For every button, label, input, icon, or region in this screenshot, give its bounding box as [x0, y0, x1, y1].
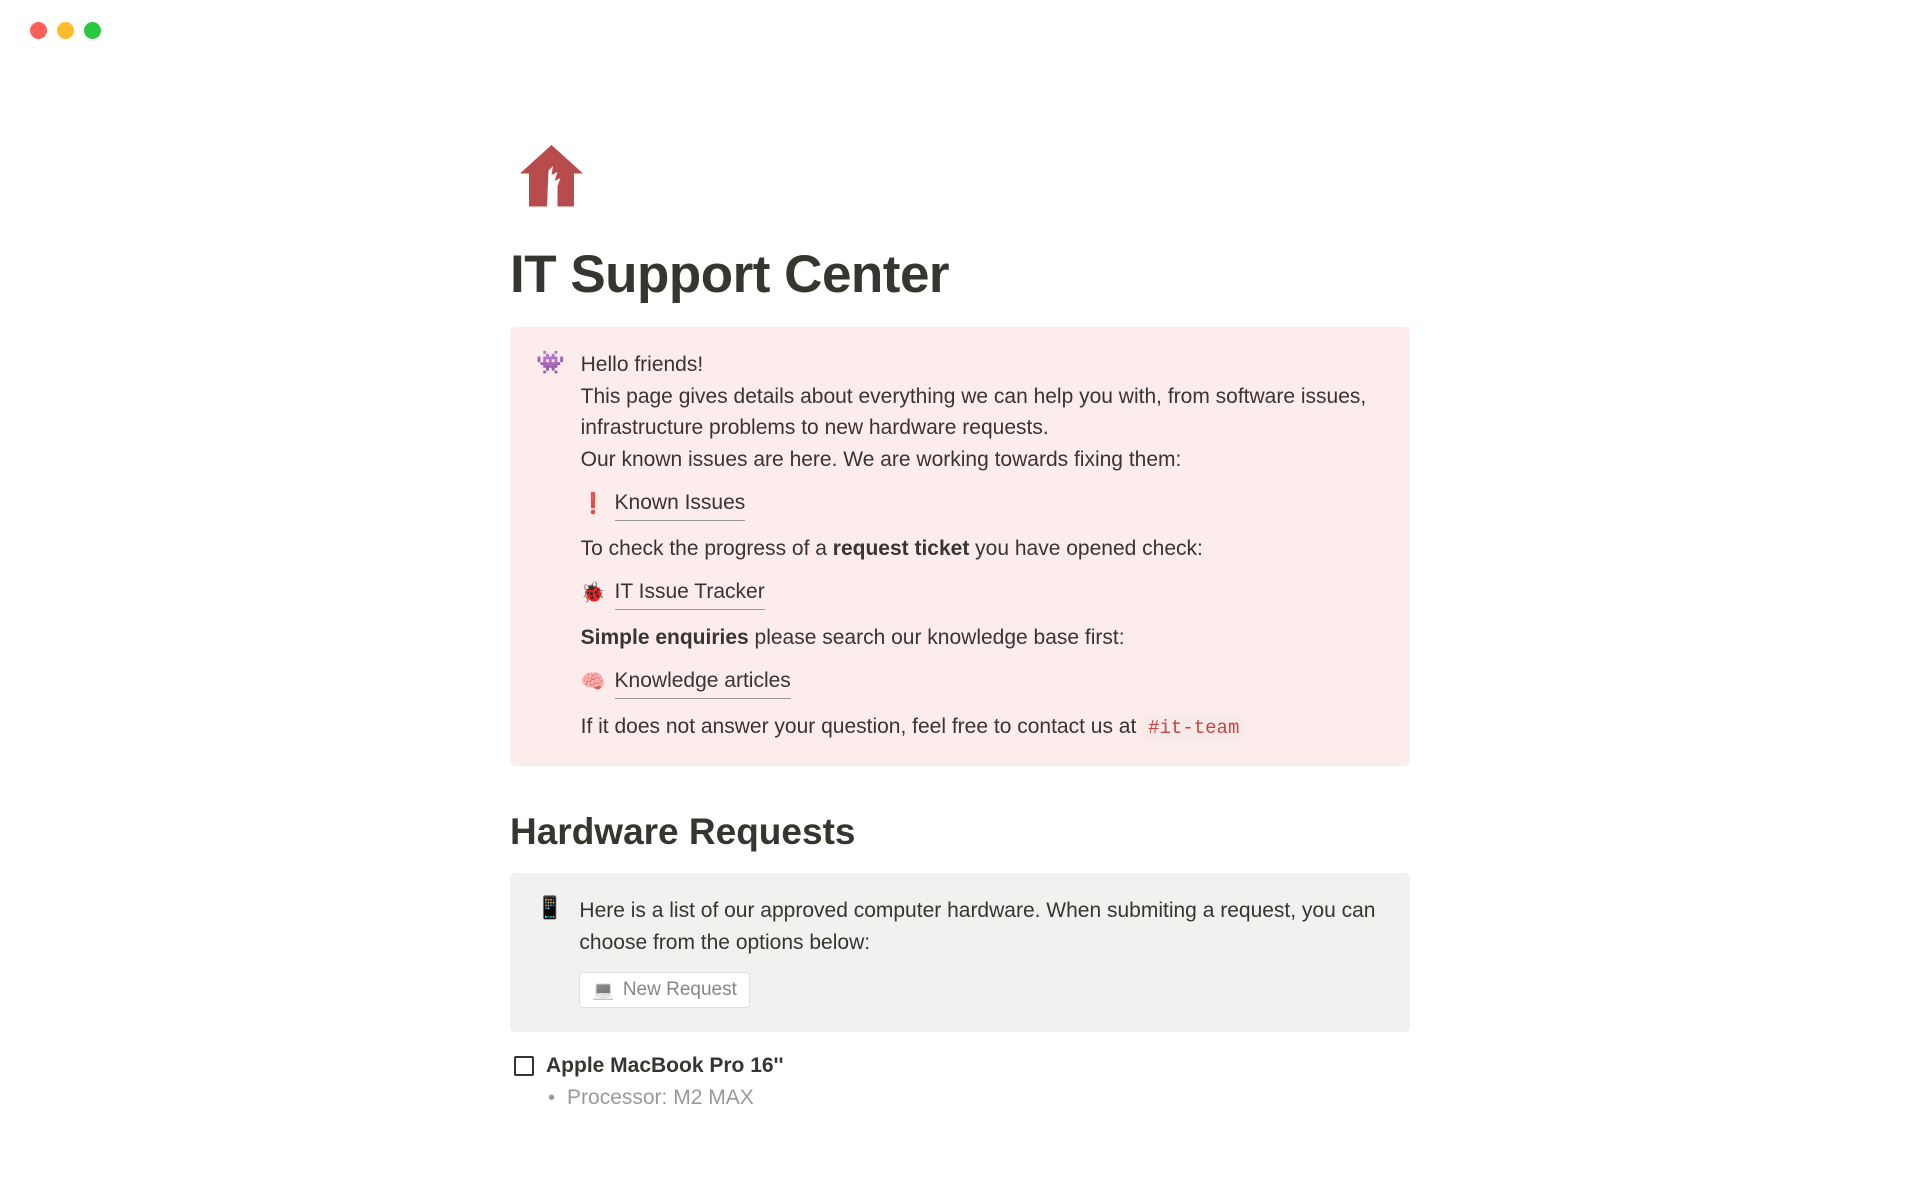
- page-content: IT Support Center 👾 Hello friends! This …: [510, 39, 1410, 1110]
- ticket-check-suffix: you have opened check:: [969, 537, 1203, 560]
- window-close-button[interactable]: [30, 22, 47, 39]
- hardware-item-row[interactable]: Apple MacBook Pro 16'': [510, 1054, 1410, 1078]
- page-title: IT Support Center: [510, 244, 1410, 305]
- brain-icon: 🧠: [581, 672, 606, 692]
- space-invader-icon: 👾: [536, 351, 565, 742]
- ticket-check-text: To check the progress of a request ticke…: [581, 533, 1384, 565]
- knowledge-articles-link-label: Knowledge articles: [615, 665, 791, 699]
- checkbox[interactable]: [514, 1056, 534, 1076]
- new-request-button[interactable]: 💻 New Request: [579, 972, 749, 1008]
- ticket-check-bold: request ticket: [833, 537, 970, 560]
- intro-known-issues-text: Our known issues are here. We are workin…: [581, 444, 1384, 476]
- hardware-callout: 📱 Here is a list of our approved compute…: [510, 873, 1410, 1032]
- hardware-callout-text: Here is a list of our approved computer …: [579, 895, 1384, 958]
- simple-enquiries-bold: Simple enquiries: [581, 626, 749, 649]
- simple-enquiries-text: Simple enquiries please search our knowl…: [581, 622, 1384, 654]
- intro-callout: 👾 Hello friends! This page gives details…: [510, 327, 1410, 766]
- issue-tracker-link[interactable]: 🐞 IT Issue Tracker: [581, 576, 1384, 610]
- hardware-spec-row: • Processor: M2 MAX: [510, 1086, 1410, 1110]
- window-minimize-button[interactable]: [57, 22, 74, 39]
- remote-icon: 📱: [536, 897, 563, 1008]
- hardware-spec-processor: Processor: M2 MAX: [567, 1086, 754, 1110]
- intro-callout-body: Hello friends! This page gives details a…: [581, 349, 1384, 742]
- hardware-item-name: Apple MacBook Pro 16'': [546, 1054, 784, 1078]
- hardware-requests-heading: Hardware Requests: [510, 811, 1410, 853]
- known-issues-link-label: Known Issues: [615, 487, 746, 521]
- contact-prefix: If it does not answer your question, fee…: [581, 715, 1142, 738]
- window-controls: [0, 0, 1920, 39]
- window-maximize-button[interactable]: [84, 22, 101, 39]
- exclamation-icon: ❗: [581, 494, 606, 514]
- laptop-icon: 💻: [592, 980, 614, 1001]
- simple-enquiries-suffix: please search our knowledge base first:: [749, 626, 1125, 649]
- ticket-check-prefix: To check the progress of a: [581, 537, 833, 560]
- known-issues-link[interactable]: ❗ Known Issues: [581, 487, 1384, 521]
- new-request-label: New Request: [623, 979, 737, 1001]
- contact-channel-tag[interactable]: #it-team: [1142, 715, 1245, 741]
- intro-greeting: Hello friends!: [581, 349, 1384, 381]
- intro-description: This page gives details about everything…: [581, 381, 1384, 444]
- issue-tracker-link-label: IT Issue Tracker: [615, 576, 765, 610]
- knowledge-articles-link[interactable]: 🧠 Knowledge articles: [581, 665, 1384, 699]
- bug-icon: 🐞: [581, 583, 606, 603]
- hardware-callout-body: Here is a list of our approved computer …: [579, 895, 1384, 1008]
- page-icon-house-damaged[interactable]: [514, 139, 589, 214]
- bullet-icon: •: [548, 1088, 555, 1108]
- contact-text: If it does not answer your question, fee…: [581, 711, 1384, 743]
